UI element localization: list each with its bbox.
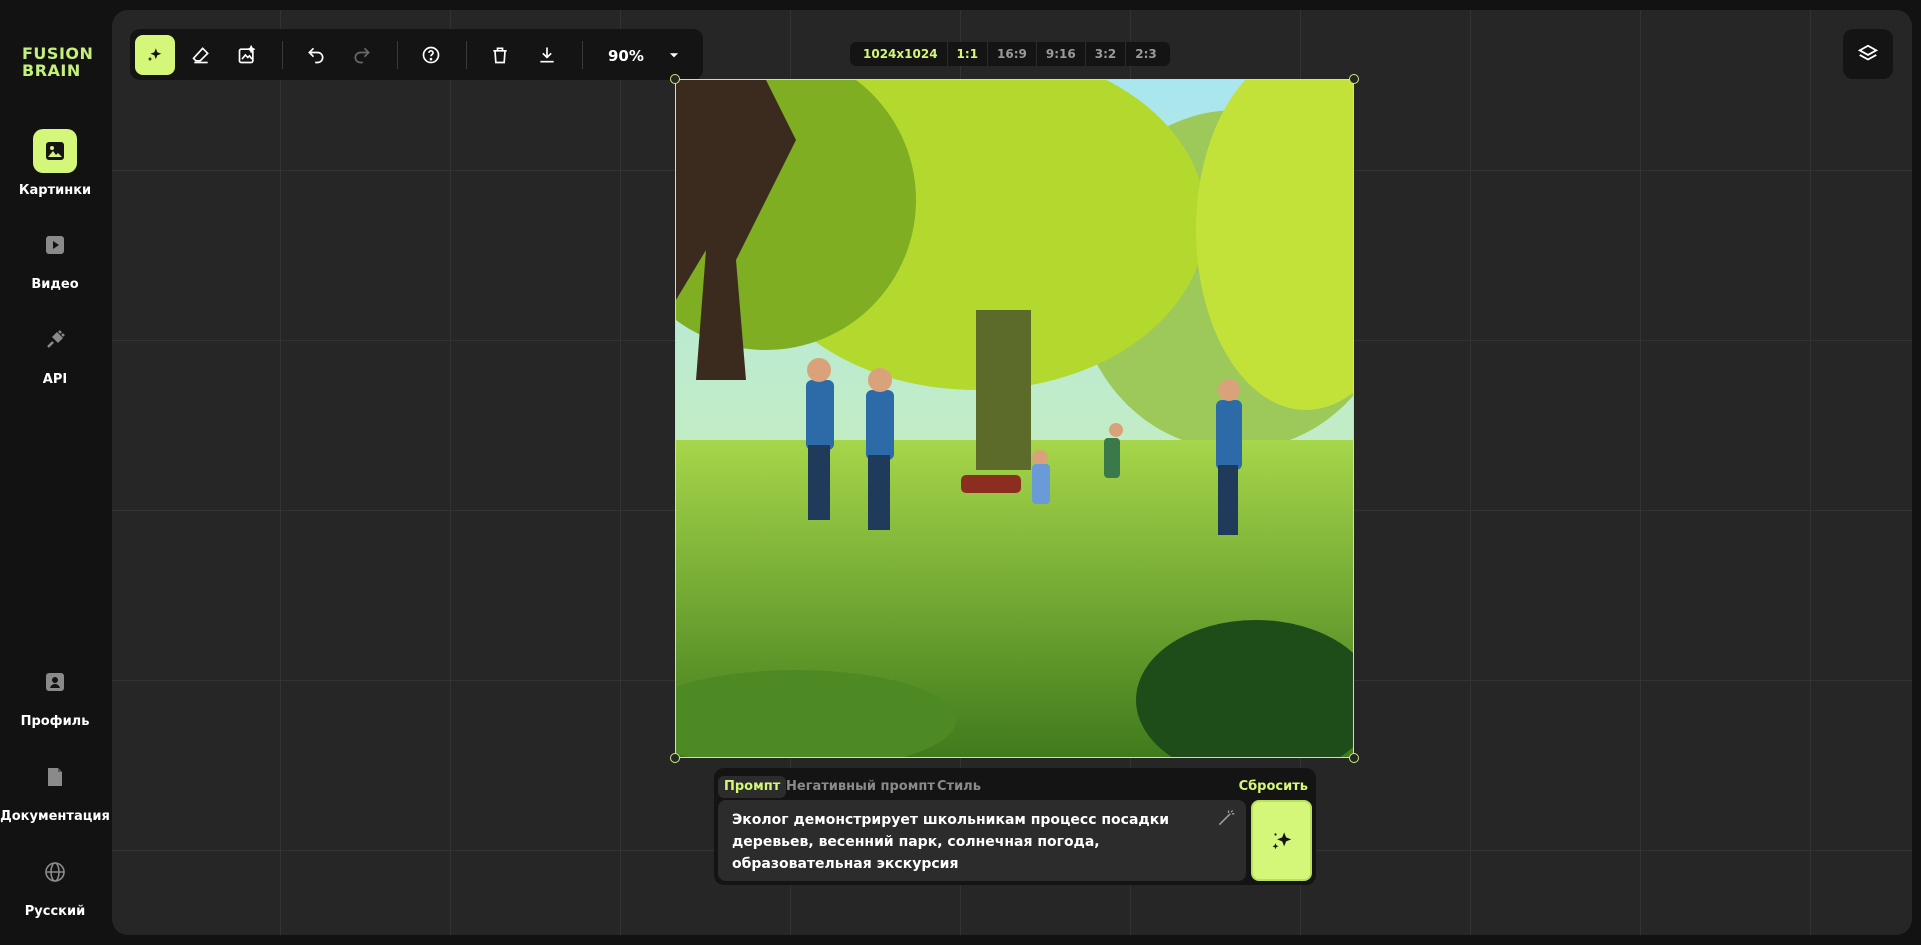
nav-item-images[interactable]: Картинки xyxy=(0,129,110,198)
prompt-panel: Промпт Негативный промпт Стиль Сбросить … xyxy=(714,768,1316,885)
sparkle-icon xyxy=(147,48,162,62)
video-icon xyxy=(33,223,77,267)
zoom-dropdown-button[interactable] xyxy=(654,35,694,75)
ratio-option-1-1[interactable]: 1:1 xyxy=(946,42,988,66)
nav-label-images: Картинки xyxy=(18,183,92,198)
toolbar-divider xyxy=(582,41,583,69)
tab-style[interactable]: Стиль xyxy=(937,776,981,798)
nav-item-api[interactable]: API xyxy=(0,318,110,387)
image-edit-tool-button[interactable] xyxy=(227,35,267,75)
nav-item-docs[interactable]: Документация xyxy=(0,755,110,824)
toolbar: 90% xyxy=(130,29,703,80)
nav-label-docs: Документация xyxy=(0,809,110,824)
sparkle-icon xyxy=(1271,831,1291,849)
magic-wand-icon xyxy=(1218,810,1235,826)
park-scene-illustration xyxy=(676,80,1353,757)
download-icon xyxy=(540,47,554,63)
trash-icon xyxy=(493,47,507,64)
toolbar-divider xyxy=(466,41,467,69)
tab-prompt[interactable]: Промпт xyxy=(718,776,787,798)
layers-button[interactable] xyxy=(1843,29,1893,79)
help-icon xyxy=(422,46,440,64)
download-button[interactable] xyxy=(527,35,567,75)
generate-button[interactable] xyxy=(1251,800,1312,881)
globe-icon xyxy=(33,850,77,894)
prompt-text: Эколог демонстрирует школьникам процесс … xyxy=(732,812,1170,872)
nav-item-video[interactable]: Видео xyxy=(0,223,110,292)
logo-line-2: BRAIN xyxy=(22,61,81,80)
layers-icon xyxy=(1857,44,1879,61)
zoom-level[interactable]: 90% xyxy=(608,47,644,65)
logo[interactable]: FUSION BRAIN xyxy=(22,45,93,79)
reset-button[interactable]: Сбросить xyxy=(1239,776,1308,798)
toolbar-divider xyxy=(397,41,398,69)
redo-icon xyxy=(354,47,370,64)
generated-image[interactable] xyxy=(675,79,1354,758)
help-button[interactable] xyxy=(411,35,451,75)
sidebar: FUSION BRAIN Картинки Видео API Профиль … xyxy=(0,0,110,945)
image-icon xyxy=(33,129,77,173)
nav-label-language: Русский xyxy=(24,904,86,919)
toolbar-divider xyxy=(282,41,283,69)
logo-line-1: FUSION xyxy=(22,44,94,63)
resize-handle[interactable] xyxy=(670,753,680,763)
nav-label-video: Видео xyxy=(31,277,79,292)
magic-wand-button[interactable] xyxy=(1216,808,1236,835)
delete-button[interactable] xyxy=(480,35,520,75)
nav-item-profile[interactable]: Профиль xyxy=(0,660,110,729)
eraser-icon xyxy=(192,47,209,64)
resize-handle[interactable] xyxy=(670,74,680,84)
generate-tool-button[interactable] xyxy=(135,35,175,75)
undo-icon xyxy=(308,47,324,64)
aspect-ratio-bar: 1024x1024 1:1 16:9 9:16 3:2 2:3 xyxy=(850,42,1170,66)
plug-icon xyxy=(33,318,77,362)
profile-icon xyxy=(33,660,77,704)
chevron-down-icon xyxy=(669,53,679,58)
eraser-tool-button[interactable] xyxy=(181,35,221,75)
resize-handle[interactable] xyxy=(1349,753,1359,763)
nav-label-api: API xyxy=(42,372,68,387)
redo-button[interactable] xyxy=(342,35,382,75)
undo-button[interactable] xyxy=(296,35,336,75)
nav-label-profile: Профиль xyxy=(20,714,90,729)
ratio-option-3-2[interactable]: 3:2 xyxy=(1084,42,1126,66)
prompt-input[interactable]: Эколог демонстрирует школьникам процесс … xyxy=(718,800,1246,881)
ratio-option-16-9[interactable]: 16:9 xyxy=(987,42,1036,66)
nav-item-language[interactable]: Русский xyxy=(0,850,110,919)
image-size-label: 1024x1024 xyxy=(863,47,938,61)
resize-handle[interactable] xyxy=(1349,74,1359,84)
image-edit-icon xyxy=(238,45,256,64)
document-icon xyxy=(33,755,77,799)
ratio-option-2-3[interactable]: 2:3 xyxy=(1125,42,1166,66)
ratio-option-9-16[interactable]: 9:16 xyxy=(1035,42,1085,66)
tab-negative-prompt[interactable]: Негативный промпт xyxy=(786,776,935,798)
